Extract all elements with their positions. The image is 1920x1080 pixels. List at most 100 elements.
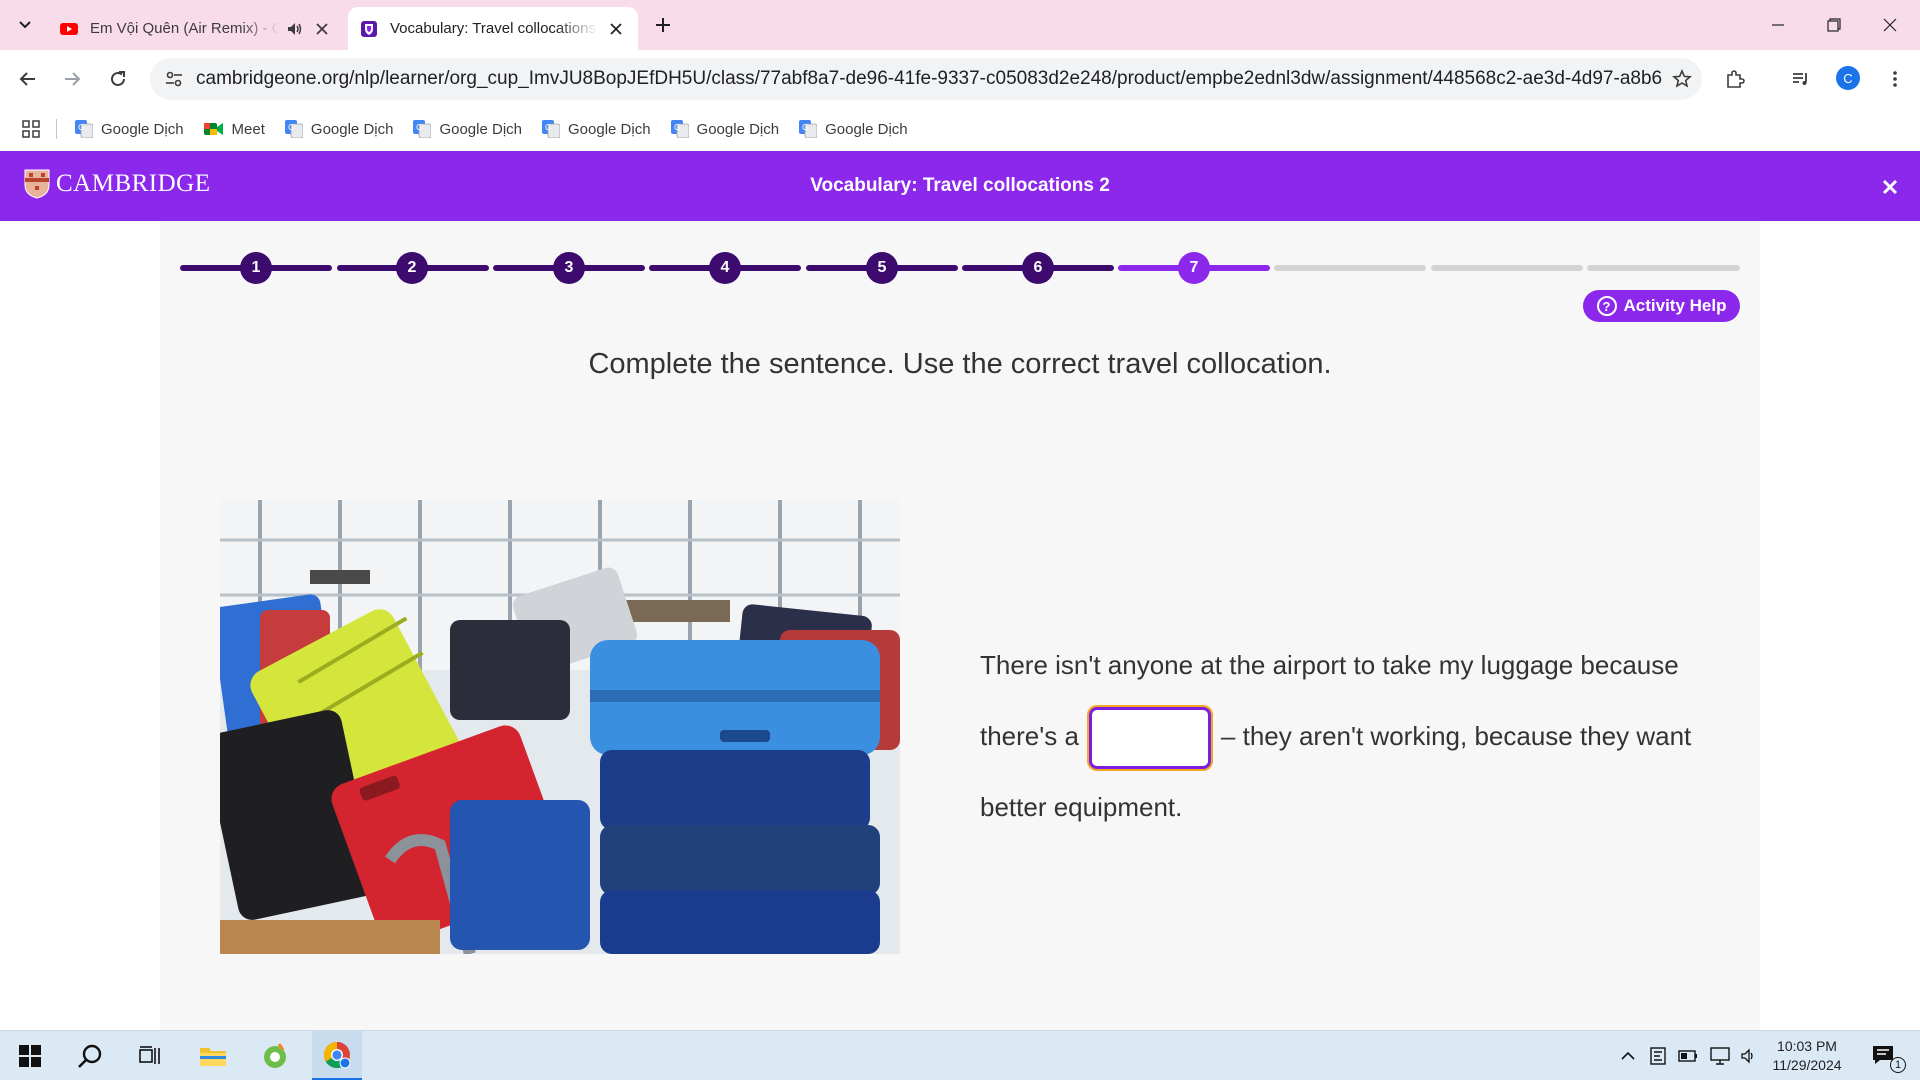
url-text: cambridgeone.org/nlp/learner/org_cup_Imv…: [196, 68, 1662, 89]
sentence-block: There isn't anyone at the airport to tak…: [980, 630, 1720, 843]
restore-icon: [1827, 18, 1841, 32]
battery-icon[interactable]: [1678, 1050, 1698, 1062]
close-activity-button[interactable]: [1880, 177, 1900, 197]
search-button[interactable]: [65, 1031, 115, 1080]
google-translate-icon: G: [413, 120, 432, 138]
apps-grid-icon[interactable]: [22, 120, 40, 138]
close-tab-icon[interactable]: [312, 19, 332, 39]
volume-icon[interactable]: [1740, 1047, 1758, 1065]
arrow-left-icon: [19, 72, 35, 86]
chrome-icon: [323, 1041, 351, 1068]
notifications-button[interactable]: 1: [1860, 1031, 1910, 1080]
close-window-button[interactable]: [1862, 0, 1918, 50]
chevron-down-icon: [19, 21, 31, 29]
progress-step-2[interactable]: 2: [396, 252, 428, 284]
browser-tab-youtube[interactable]: Em Vội Quên (Air Remix) - C: [48, 7, 344, 50]
progress-segment-9: [1431, 265, 1583, 271]
minimize-icon: [1772, 24, 1784, 26]
app-header: CAMBRIDGE Vocabulary: Travel collocation…: [0, 151, 1920, 221]
search-icon: [78, 1044, 102, 1068]
browser-tab-strip: Em Vội Quên (Air Remix) - C Vocabulary: …: [0, 0, 1920, 50]
bookmark-label: Google Dịch: [568, 120, 651, 138]
bookmark-label: Google Dịch: [101, 120, 184, 138]
google-translate-icon: G: [284, 120, 303, 138]
svg-text:G: G: [674, 123, 680, 132]
site-settings-icon[interactable]: [164, 69, 184, 89]
browser-tab-cambridge[interactable]: Vocabulary: Travel collocations 2: [348, 7, 638, 50]
taskbar-clock[interactable]: 10:03 PM 11/29/2024: [1762, 1037, 1852, 1075]
reload-button[interactable]: [102, 63, 134, 95]
instruction-text: Complete the sentence. Use the correct t…: [588, 348, 1332, 380]
reload-icon: [111, 71, 125, 86]
clock-time: 10:03 PM: [1777, 1038, 1837, 1054]
restore-button[interactable]: [1806, 0, 1862, 50]
bookmarks-divider: [56, 119, 57, 139]
activity-help-label: Activity Help: [1623, 296, 1727, 315]
extensions-icon[interactable]: [1720, 64, 1750, 94]
more-menu-icon[interactable]: [1880, 64, 1910, 94]
cambridge-shield-icon: [361, 20, 377, 37]
bookmark-label: Google Dịch: [825, 120, 908, 138]
windows-logo-icon: [19, 1045, 41, 1067]
notification-count-badge: 1: [1890, 1057, 1906, 1073]
bookmark-google-translate[interactable]: G Google Dịch: [670, 120, 780, 138]
bookmark-google-translate[interactable]: G Google Dịch: [284, 120, 393, 138]
bookmark-star-icon[interactable]: [1662, 69, 1702, 89]
progress-step-3[interactable]: 3: [553, 252, 585, 284]
tab-title: Em Vội Quên (Air Remix) - C: [90, 20, 280, 37]
progress-step-5[interactable]: 5: [866, 252, 898, 284]
tab-search-button[interactable]: [10, 10, 40, 40]
file-explorer-button[interactable]: [188, 1031, 238, 1080]
minimize-button[interactable]: [1750, 0, 1806, 50]
close-tab-icon[interactable]: [606, 19, 626, 39]
speaker-icon[interactable]: [286, 20, 304, 38]
bookmark-label: Google Dịch: [696, 120, 780, 138]
progress-step-1[interactable]: 1: [240, 252, 272, 284]
task-view-icon: [139, 1046, 160, 1064]
media-controls-icon[interactable]: [1786, 64, 1816, 94]
address-bar[interactable]: cambridgeone.org/nlp/learner/org_cup_Imv…: [150, 58, 1702, 100]
bookmark-google-translate[interactable]: G Google Dịch: [799, 120, 908, 138]
google-translate-icon: G: [542, 120, 560, 138]
network-icon[interactable]: [1710, 1047, 1730, 1065]
keyboard-language-icon[interactable]: [1650, 1047, 1666, 1065]
chevron-up-icon[interactable]: [1620, 1051, 1636, 1061]
windows-taskbar: 10:03 PM 11/29/2024 1: [0, 1030, 1920, 1080]
bookmark-label: Google Dịch: [439, 120, 522, 138]
svg-text:G: G: [416, 123, 422, 132]
activity-title: Vocabulary: Travel collocations 2: [810, 175, 1110, 196]
close-icon: [1882, 179, 1898, 195]
forward-button[interactable]: [56, 63, 88, 95]
meet-icon: [203, 121, 224, 137]
chrome-taskbar-button[interactable]: [312, 1031, 362, 1080]
app-green-icon: [264, 1043, 286, 1068]
svg-text:G: G: [545, 123, 551, 132]
bookmark-meet[interactable]: Meet: [203, 120, 265, 138]
progress-step-6[interactable]: 6: [1022, 252, 1054, 284]
google-translate-icon: G: [670, 120, 689, 138]
new-tab-button[interactable]: [650, 12, 676, 38]
progress-step-4[interactable]: 4: [709, 252, 741, 284]
activity-help-button[interactable]: ? Activity Help: [1583, 290, 1740, 322]
browser-toolbar: cambridgeone.org/nlp/learner/org_cup_Imv…: [0, 50, 1920, 108]
sentence-line-3: better equipment.: [980, 792, 1183, 822]
bookmark-google-translate[interactable]: G Google Dịch: [413, 120, 522, 138]
task-view-button[interactable]: [125, 1031, 175, 1080]
sentence-after-gap: – they aren't working, because they want: [1220, 721, 1692, 751]
answer-gap-input[interactable]: [1088, 707, 1211, 770]
bookmarks-bar: G Google Dịch Meet G Google Dịch G Googl…: [0, 108, 1920, 150]
close-icon: [1883, 18, 1897, 32]
profile-avatar[interactable]: C: [1836, 66, 1860, 90]
bookmark-google-translate[interactable]: G Google Dịch: [542, 120, 651, 138]
app-launcher-button[interactable]: [250, 1031, 300, 1080]
clock-date: 11/29/2024: [1772, 1057, 1842, 1073]
arrow-right-icon: [65, 72, 81, 86]
bookmark-google-translate[interactable]: G Google Dịch: [75, 120, 184, 138]
luggage-photo: [220, 500, 900, 954]
folder-icon: [200, 1048, 226, 1066]
bookmark-label: Meet: [231, 120, 265, 138]
start-button[interactable]: [5, 1031, 55, 1080]
back-button[interactable]: [12, 63, 44, 95]
progress-step-7[interactable]: 7: [1178, 252, 1210, 284]
help-circle-icon: ?: [1596, 296, 1617, 316]
